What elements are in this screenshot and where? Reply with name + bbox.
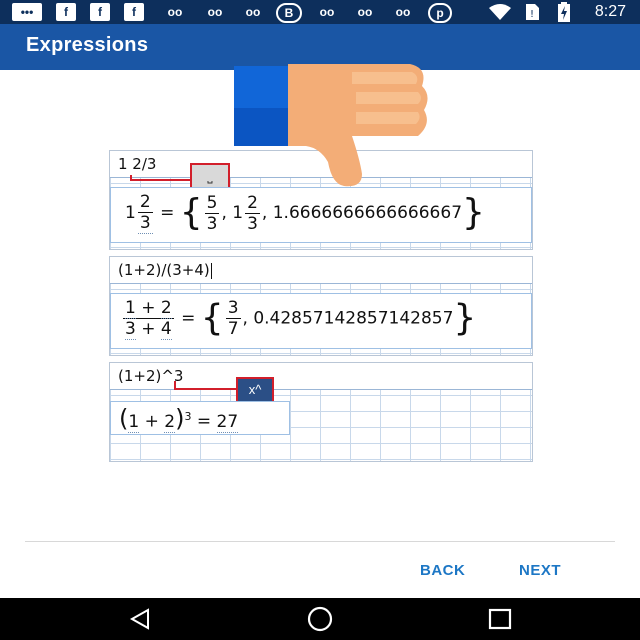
expression-result: 1 + 23 + 4 = {3 7, 0.42857142857142857} [110,293,532,349]
exponent: 3 [184,410,192,423]
status-time: 8:27 [594,3,626,20]
fraction-denominator: 3 + 4 [123,319,174,340]
expression-input-text: 1 2/3 [118,155,157,173]
back-button[interactable]: BACK [420,562,465,579]
wifi-icon [489,4,511,20]
divider [25,541,615,542]
decimal-value: 1.6666666666666667 [272,203,463,223]
facebook-icon: f [90,3,110,21]
equals-sign: = [196,411,212,432]
battery-charging-icon [558,2,570,22]
recents-square-icon[interactable] [488,608,512,630]
thumbs-down-icon [234,64,428,187]
svg-text:!: ! [530,9,534,20]
fraction-numerator: 1 + 2 [123,298,174,319]
back-triangle-icon[interactable] [128,608,152,630]
key-hint-connector [174,388,236,390]
right-brace: } [462,192,485,233]
fraction-numerator: 5 [204,192,220,214]
plus-sign: + [141,298,156,318]
numerator-term: 1 [125,298,136,319]
key-hint-connector [130,179,190,181]
expression-input-text: (1+2)/(3+4) [118,261,212,279]
result-value: 27 [216,411,239,433]
fraction-denominator: 3 [137,213,153,234]
result-math: 1 + 23 + 4 = {3 7, 0.42857142857142857} [123,297,477,340]
expression-card: (1+2)/(3+4) 1 + 23 + 4 = {3 7, 0.42857142… [109,256,533,356]
fraction-denominator: 7 [227,319,239,339]
denominator-term: 3 [125,319,136,340]
system-navigation-bar [0,598,640,640]
bbm-icon: B [276,3,302,23]
voicemail-icon: oo [245,5,261,19]
base-term: 2 [164,411,176,433]
next-button[interactable]: NEXT [519,562,561,579]
fraction-numerator: 2 [245,192,260,214]
facebook-icon: f [56,3,76,21]
home-circle-icon[interactable] [306,605,334,633]
facebook-icon: f [124,3,144,21]
expression-input[interactable]: (1+2)/(3+4) [110,257,532,284]
result-math: (1 + 2)3 = 27 [119,404,239,435]
result-math: 123 = {5 3, 123, 1.6666666666666667} [125,192,485,234]
denominator-term: 4 [160,319,172,340]
right-brace: } [453,297,477,339]
chat-icon: ••• [12,3,42,21]
base-term: 1 [128,411,140,433]
power-key-glyph: x^ [248,382,262,397]
numerator-term: 2 [160,298,172,319]
mixed-whole: 1 [232,203,244,223]
pinterest-icon: p [428,3,452,23]
space-key-glyph: ⎵ [207,168,213,183]
voicemail-icon: oo [357,5,373,19]
equals-sign: = [181,308,196,329]
plus-sign: + [141,319,156,339]
expression-result: 123 = {5 3, 123, 1.6666666666666667} [110,187,532,243]
input-value: (1+2)/(3+4) [118,261,210,279]
improper-fraction: 53 [204,192,220,234]
fraction-denominator: 3 [247,213,258,234]
plus-sign: + [144,411,159,432]
no-sim-icon: ! [526,4,539,20]
status-bar: ••• f f f oo oo oo B oo oo oo p ! 8:27 [0,0,640,24]
left-brace: { [200,297,224,339]
fraction-denominator: 3 [206,213,218,234]
left-brace: { [179,192,203,233]
result-whole: 1 [125,203,136,223]
voicemail-icon: oo [319,5,335,19]
left-paren: ( [119,404,129,433]
voicemail-icon: oo [395,5,411,19]
page-title: Expressions [26,34,149,56]
fraction-numerator: 3 [225,298,241,319]
result-fraction: 23 [137,192,153,234]
text-cursor [210,262,212,279]
expression-card: (1+2)^3 x^ (1 + 2)3 = 27 [109,362,533,462]
mixed-fraction: 23 [245,193,260,234]
sum-fraction: 1 + 23 + 4 [123,298,174,340]
decimal-value: 0.42857142857142857 [253,308,454,329]
expression-result: (1 + 2)3 = 27 [110,401,290,435]
voicemail-icon: oo [167,5,183,19]
fraction-numerator: 2 [137,192,153,213]
equals-sign: = [160,203,175,223]
voicemail-icon: oo [207,5,223,19]
simplified-fraction: 37 [225,298,241,339]
